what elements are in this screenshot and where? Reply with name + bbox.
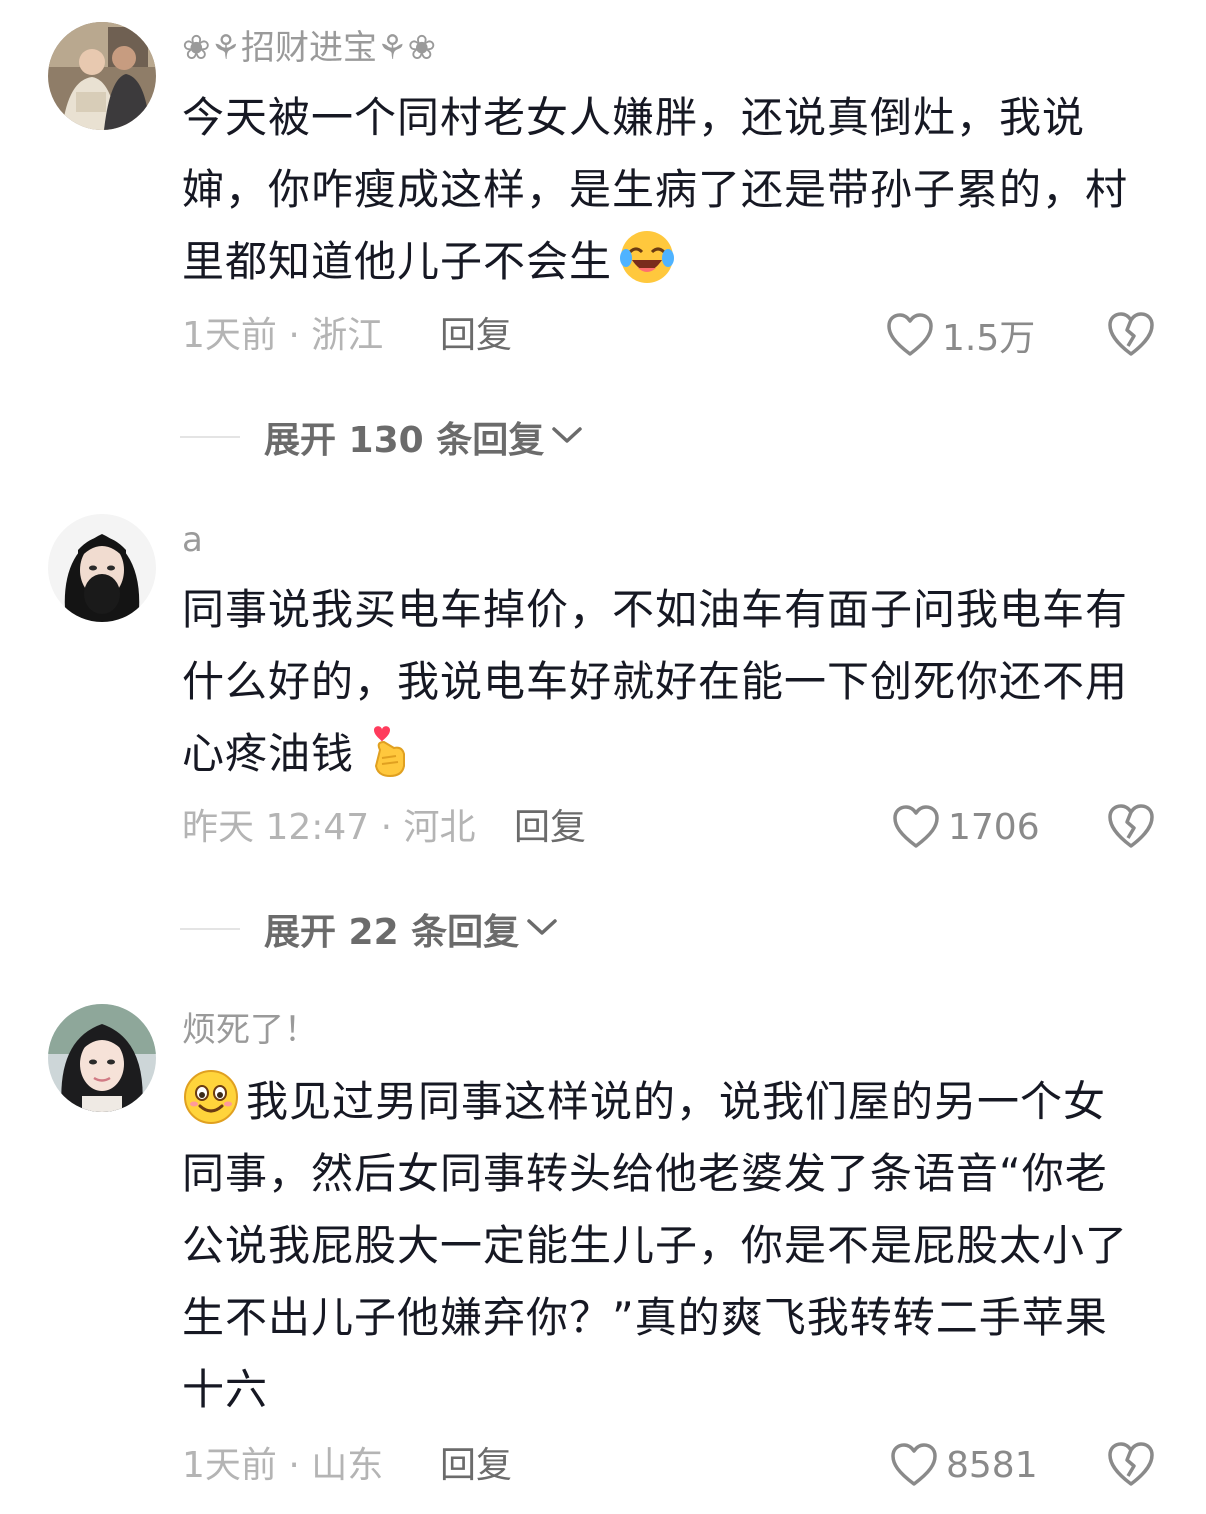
like-count: 1.5万 [942,318,1036,359]
comment-meta: 1天前 · 山东 [182,1445,384,1486]
comment-text: 我见过男同事这样说的，说我们屋的另一个女 同事，然后女同事转头给他老婆发了条语音… [182,1066,1162,1426]
heart-icon [886,312,934,358]
comment-line: 什么好的，我说电车好就好在能一下创死你还不用 [182,657,1129,706]
comment-line: 婶，你咋瘦成这样，是生病了还是带孙子累的，村 [182,165,1129,214]
comment-item: ❀⚘招财进宝⚘❀ 今天被一个同村老女人嫌胖，还说真倒灶，我说 婶，你咋瘦成这样，… [0,0,1206,480]
finger-heart-emoji [360,720,418,778]
expand-replies-label: 展开 22 条回复 [264,912,520,953]
comment-meta: 昨天 12:47 · 河北 [182,807,476,848]
expand-replies-label: 展开 130 条回复 [264,420,545,461]
comment-item: a 同事说我买电车掉价，不如油车有面子问我电车有 什么好的，我说电车好就好在能一… [0,480,1206,980]
divider [180,436,240,438]
divider [180,928,240,930]
comment-text: 今天被一个同村老女人嫌胖，还说真倒灶，我说 婶，你咋瘦成这样，是生病了还是带孙子… [182,82,1162,298]
like-count: 1706 [948,806,1040,848]
like-count: 8581 [946,1444,1038,1486]
comment-line: 十六 [182,1365,269,1414]
comment-line: 我见过男同事这样说的，说我们屋的另一个女 [182,1066,1162,1138]
avatar[interactable] [48,514,156,622]
comment-line: 生不出儿子他嫌弃你？”真的爽飞我转转二手苹果 [182,1293,1108,1342]
comment-text: 同事说我买电车掉价，不如油车有面子问我电车有 什么好的，我说电车好就好在能一下创… [182,574,1162,790]
reply-button[interactable]: 回复 [440,314,512,358]
reply-button[interactable]: 回复 [440,1444,512,1488]
reply-button[interactable]: 回复 [514,806,586,850]
expand-replies-button[interactable]: 展开 130 条回复 [180,412,584,462]
comment-line: 今天被一个同村老女人嫌胖，还说真倒灶，我说 [182,93,1086,142]
avatar[interactable] [48,22,156,130]
comment-line: 公说我屁股大一定能生儿子，你是不是屁股太小了 [182,1221,1129,1270]
comment-username[interactable]: 烦死了！ [182,1010,318,1050]
comment-line-text: 心疼油钱 [182,729,355,778]
comment-line-text: 里都知道他儿子不会生 [182,237,613,286]
comment-line: 同事，然后女同事转头给他老婆发了条语音“你老 [182,1149,1108,1198]
expand-replies-button[interactable]: 展开 22 条回复 [180,904,559,954]
laughing-crying-emoji [618,228,676,286]
broken-heart-icon[interactable] [1106,802,1156,852]
chevron-down-icon [525,915,559,943]
heart-icon [890,1442,938,1488]
comment-line: 心疼油钱 [182,718,1162,790]
avatar[interactable] [48,1004,156,1112]
comment-username[interactable]: a [182,520,203,560]
like-button[interactable]: 8581 [890,1440,1038,1490]
chevron-down-icon [550,423,584,451]
like-button[interactable]: 1.5万 [886,310,1035,360]
broken-heart-icon[interactable] [1106,1440,1156,1490]
comment-line: 同事说我买电车掉价，不如油车有面子问我电车有 [182,585,1129,634]
smile-emoji [182,1068,240,1126]
comment-item: 烦死了！ 我见过男同事这样说的，说我们屋的另一个女 同事，然后女同事转头给他老婆… [0,980,1206,1514]
heart-icon [892,804,940,850]
like-button[interactable]: 1706 [892,802,1040,852]
comment-line-text: 我见过男同事这样说的，说我们屋的另一个女 [246,1077,1107,1126]
comment-line: 里都知道他儿子不会生 [182,226,1162,298]
comment-meta: 1天前 · 浙江 [182,315,384,356]
broken-heart-icon[interactable] [1106,310,1156,360]
comment-username[interactable]: ❀⚘招财进宝⚘❀ [182,28,436,68]
